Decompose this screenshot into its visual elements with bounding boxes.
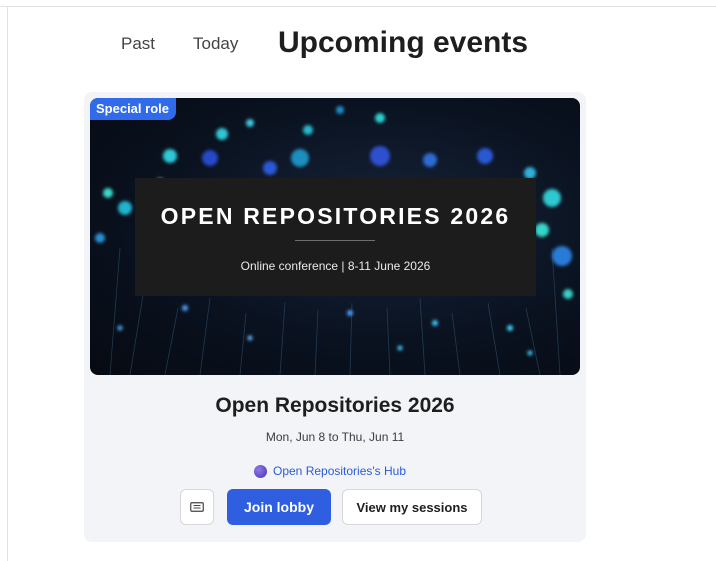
ticket-button[interactable] — [180, 489, 214, 525]
tab-upcoming-events[interactable]: Upcoming events — [278, 26, 528, 60]
join-lobby-button[interactable]: Join lobby — [227, 489, 331, 525]
hub-logo-icon — [254, 464, 267, 478]
event-dates: Mon, Jun 8 to Thu, Jun 11 — [265, 430, 405, 444]
banner-title: OPEN REPOSITORIES 2026 — [160, 203, 511, 229]
frame-left-border — [7, 6, 8, 561]
event-banner[interactable]: Special role OPEN REPOSITORIES 2026 Onli… — [90, 98, 580, 375]
event-tabs: Past Today Upcoming events — [0, 26, 716, 62]
banner-divider — [295, 240, 375, 241]
frame-top-border — [0, 6, 716, 7]
hub-name: Open Repositories's Hub — [273, 464, 407, 478]
banner-title-box: OPEN REPOSITORIES 2026 Online conference… — [135, 178, 536, 296]
event-title: Open Repositories 2026 — [215, 394, 455, 417]
ticket-icon — [190, 502, 204, 512]
tab-past[interactable]: Past — [121, 34, 155, 54]
view-my-sessions-button[interactable]: View my sessions — [342, 489, 482, 525]
special-role-badge: Special role — [90, 98, 176, 120]
tab-today[interactable]: Today — [193, 34, 238, 54]
banner-subtitle: Online conference | 8-11 June 2026 — [240, 259, 431, 273]
event-card: Special role OPEN REPOSITORIES 2026 Onli… — [84, 92, 586, 542]
hub-link[interactable]: Open Repositories's Hub — [254, 463, 406, 479]
